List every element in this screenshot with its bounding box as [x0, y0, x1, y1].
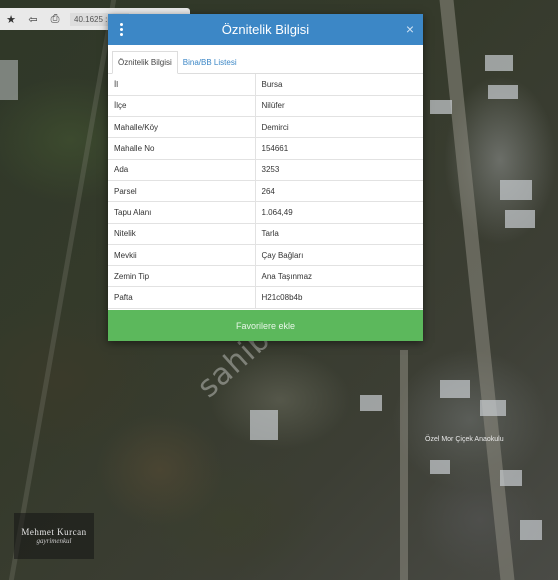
row-value: 3253 [255, 159, 423, 181]
kebab-menu-icon[interactable] [120, 23, 124, 36]
attribute-info-dialog: Öznitelik Bilgisi × Öznitelik Bilgisi Bi… [108, 14, 423, 341]
star-icon[interactable]: ★ [4, 12, 18, 26]
row-key: Mevkii [108, 244, 256, 267]
row-value: Çay Bağları [255, 244, 423, 267]
table-row: Mevkii Çay Bağları [108, 244, 423, 267]
table-row: İlçe Nilüfer [108, 95, 423, 118]
dialog-tabs: Öznitelik Bilgisi Bina/BB Listesi [108, 48, 423, 74]
row-value: 1.064,49 [255, 201, 423, 224]
row-value: Demirci [255, 116, 423, 139]
row-key: Pafta [108, 286, 256, 309]
table-row: Parsel 264 [108, 180, 423, 203]
table-row: Zemin Tip Ana Taşınmaz [108, 265, 423, 288]
logo-tagline: gayrimenkul [36, 537, 72, 545]
row-key: Zemin Tip [108, 265, 256, 288]
row-value: H21c08b4b [255, 286, 423, 309]
row-key: İlçe [108, 95, 256, 118]
logo-name: Mehmet Kurcan [21, 527, 87, 537]
attribute-table: İl Bursa İlçe Nilüfer Mahalle/Köy Demirci Maha… [108, 74, 423, 309]
row-key: Mahalle/Köy [108, 116, 256, 139]
row-value: 154661 [255, 137, 423, 160]
table-row: Pafta H21c08b4b [108, 286, 423, 309]
row-key: Nitelik [108, 223, 256, 245]
print-icon[interactable]: ⎙ [48, 12, 62, 26]
table-row: İl Bursa [108, 74, 423, 96]
tab-attribute-info[interactable]: Öznitelik Bilgisi [112, 51, 178, 74]
row-key: İl [108, 74, 256, 96]
row-key: Mahalle No [108, 137, 256, 160]
dialog-header: Öznitelik Bilgisi × [108, 14, 423, 45]
row-key: Ada [108, 159, 256, 181]
row-value: Tarla [255, 223, 423, 245]
table-row: Mahalle No 154661 [108, 137, 423, 160]
table-row: Mahalle/Köy Demirci [108, 116, 423, 139]
row-value: 264 [255, 180, 423, 203]
dialog-title: Öznitelik Bilgisi [221, 22, 310, 37]
company-logo: Mehmet Kurcan gayrimenkul [14, 513, 94, 559]
row-value: Bursa [255, 74, 423, 96]
row-value: Ana Taşınmaz [255, 265, 423, 288]
close-icon[interactable]: × [406, 21, 414, 37]
row-value: Nilüfer [255, 95, 423, 118]
add-to-favorites-button[interactable]: Favorilere ekle [108, 310, 423, 341]
table-row: Ada 3253 [108, 159, 423, 181]
back-arrow-icon[interactable]: ⇦ [26, 12, 40, 26]
tab-building-list[interactable]: Bina/BB Listesi [178, 52, 242, 73]
table-row: Nitelik Tarla [108, 223, 423, 245]
row-key: Parsel [108, 180, 256, 203]
table-row: Tapu Alanı 1.064,49 [108, 201, 423, 224]
row-key: Tapu Alanı [108, 201, 256, 224]
map-poi-label: Özel Mor Çiçek Anaokulu [425, 436, 504, 443]
